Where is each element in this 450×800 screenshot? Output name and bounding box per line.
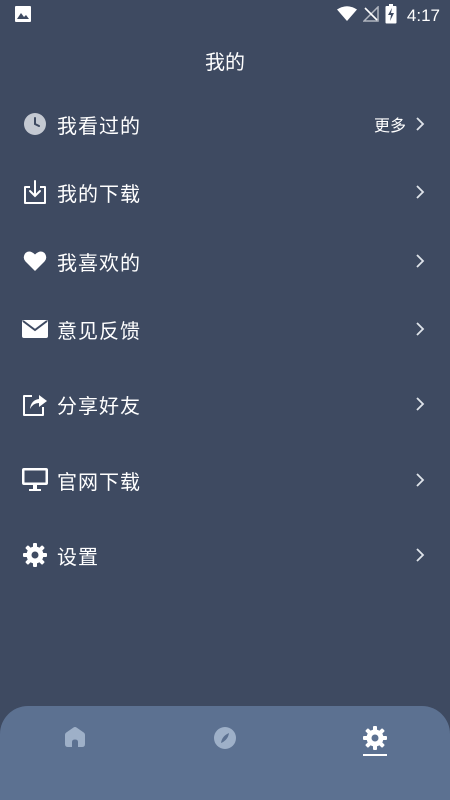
- menu-label: 官网下载: [57, 469, 141, 494]
- menu-item-downloads[interactable]: 我的下载: [0, 164, 450, 220]
- menu-label: 设置: [57, 544, 99, 569]
- chevron-right-icon: [416, 548, 425, 562]
- menu-item-favorites[interactable]: 我喜欢的: [0, 233, 450, 289]
- menu-item-feedback[interactable]: 意见反馈: [0, 301, 450, 357]
- monitor-icon: [22, 467, 48, 493]
- wifi-icon: [336, 6, 357, 26]
- menu-label: 分享好友: [57, 393, 141, 418]
- menu-item-settings[interactable]: 设置: [0, 527, 450, 583]
- tab-discover[interactable]: [200, 726, 250, 776]
- clock-icon: [22, 111, 48, 137]
- menu-item-share[interactable]: 分享好友: [0, 376, 450, 432]
- active-tab-indicator: [363, 754, 387, 756]
- compass-icon: [214, 727, 236, 749]
- menu-label: 我的下载: [57, 181, 141, 206]
- chevron-right-icon: [416, 397, 425, 411]
- mail-icon: [22, 316, 48, 342]
- no-signal-icon: [362, 5, 379, 26]
- image-icon: [14, 5, 32, 27]
- gear-icon: [22, 542, 48, 568]
- chevron-right-icon: [416, 322, 425, 336]
- status-time: 4:17: [406, 6, 440, 25]
- menu-item-watch-history[interactable]: 我看过的 更多: [0, 96, 450, 152]
- chevron-right-icon: [416, 473, 425, 487]
- chevron-right-icon: [416, 185, 425, 199]
- download-icon: [22, 179, 48, 205]
- tab-settings[interactable]: [350, 726, 400, 776]
- chevron-right-icon: [416, 254, 425, 268]
- tab-home[interactable]: [50, 726, 100, 776]
- status-bar: 4:17: [0, 0, 450, 32]
- heart-icon: [22, 248, 48, 274]
- page-title: 我的: [205, 50, 245, 74]
- more-link[interactable]: 更多: [374, 112, 406, 136]
- chevron-right-icon: [416, 117, 425, 131]
- gear-icon: [363, 726, 387, 750]
- battery-charging-icon: [385, 4, 397, 28]
- menu-label: 我喜欢的: [57, 250, 141, 275]
- menu-item-official-download[interactable]: 官网下载: [0, 452, 450, 508]
- menu-label: 意见反馈: [57, 318, 141, 343]
- home-icon: [65, 727, 85, 747]
- share-icon: [22, 391, 48, 417]
- bottom-navigation: [0, 706, 450, 800]
- menu-label: 我看过的: [57, 113, 141, 138]
